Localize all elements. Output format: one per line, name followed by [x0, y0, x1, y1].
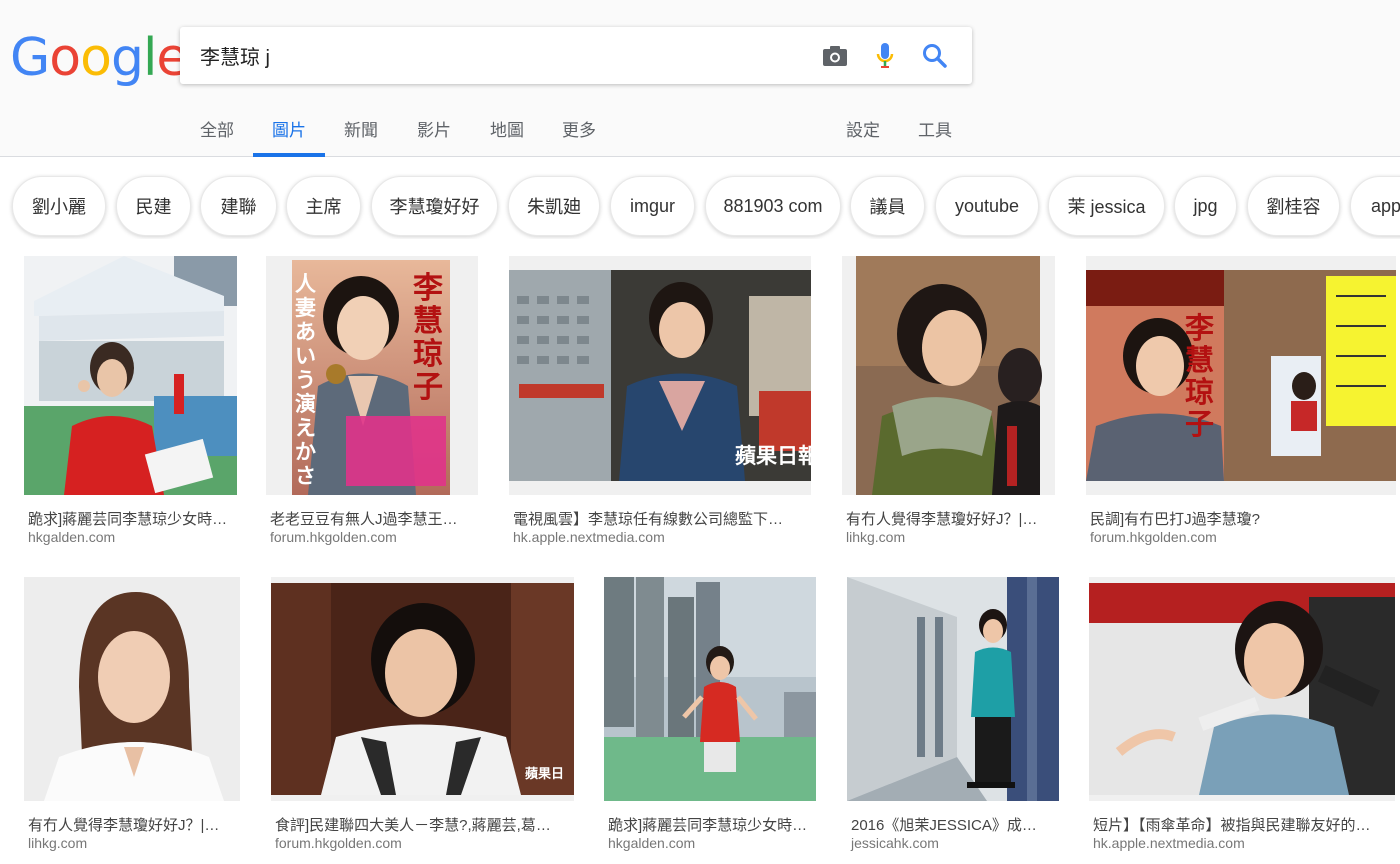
chip[interactable]: 劉小麗 [12, 176, 106, 236]
logo-letter: G [10, 28, 50, 88]
result-source: lihkg.com [846, 529, 906, 545]
image-result[interactable]: 短片】【雨傘革命】被指與民建聯友好的… hk.apple.nextmedia.c… [1089, 577, 1395, 864]
image-result[interactable]: 2016《旭茉JESSICA》成… jessicahk.com [847, 577, 1059, 864]
image-result[interactable]: 蘋果日報 電視風雲】李慧琼任有線數公司總監下… hk.apple.nextmed… [509, 256, 811, 556]
thumbnail-name: 李慧琼子 [413, 271, 443, 405]
result-source: hk.apple.nextmedia.com [1093, 835, 1245, 851]
thumbnail-name: 李慧琼子 [1185, 311, 1215, 441]
result-thumbnail[interactable]: 李慧琼子 [1086, 256, 1396, 495]
result-source: forum.hkgolden.com [275, 835, 402, 851]
result-title[interactable]: 有冇人覺得李慧瓊好好J？|… [28, 814, 239, 835]
chip[interactable]: app [1350, 176, 1400, 236]
result-title[interactable]: 短片】【雨傘革命】被指與民建聯友好的… [1093, 814, 1393, 835]
search-input[interactable] [200, 27, 800, 84]
chip[interactable]: 民建 [116, 176, 191, 236]
result-thumbnail[interactable]: 蘋果日 [271, 577, 574, 801]
tab-images[interactable]: 圖片 [253, 100, 325, 157]
thumbnail-caption: 人妻あいう演えかさ [295, 271, 316, 488]
result-source: hkgalden.com [608, 835, 696, 851]
result-source: forum.hkgolden.com [270, 529, 397, 545]
result-source: hk.apple.nextmedia.com [513, 529, 665, 545]
image-result[interactable]: 李慧琼子 民調]有冇巴打J過李慧瓊? forum.hkgolden.com [1086, 256, 1396, 556]
image-result[interactable]: 蘋果日 食評]民建聯四大美人－李慧?,蔣麗芸,葛… forum.hkgolden… [271, 577, 574, 864]
result-thumbnail[interactable] [24, 256, 237, 495]
result-thumbnail[interactable] [604, 577, 816, 801]
chip[interactable]: 議員 [850, 176, 925, 236]
tab-videos[interactable]: 影片 [407, 100, 461, 156]
result-thumbnail[interactable]: 人妻あいう演えかさ 李慧琼子 [266, 256, 478, 495]
result-thumbnail[interactable]: 蘋果日報 [509, 256, 811, 495]
thumbnail-watermark: 蘋果日 [525, 766, 565, 781]
chip[interactable]: youtube [935, 176, 1039, 236]
result-title[interactable]: 老老豆豆有無人J過李慧王… [270, 508, 481, 529]
camera-icon[interactable] [820, 41, 850, 71]
tab-news[interactable]: 新聞 [334, 100, 388, 156]
result-thumbnail[interactable] [24, 577, 240, 801]
image-result[interactable]: 跪求]蔣麗芸同李慧琼少女時… hkgalden.com [24, 256, 239, 556]
logo-letter: l [142, 28, 157, 88]
result-title[interactable]: 2016《旭茉JESSICA》成… [851, 814, 1059, 835]
chip[interactable]: 主席 [286, 176, 361, 236]
result-title[interactable]: 有冇人覺得李慧瓊好好J？|… [846, 508, 1057, 529]
result-title[interactable]: 跪求]蔣麗芸同李慧琼少女時… [608, 814, 816, 835]
image-result[interactable]: 跪求]蔣麗芸同李慧琼少女時… hkgalden.com [604, 577, 816, 864]
thumbnail-watermark: 蘋果日報 [735, 445, 811, 468]
tab-all[interactable]: 全部 [190, 100, 244, 156]
chip[interactable]: 茉 jessica [1048, 176, 1165, 236]
result-title[interactable]: 電視風雲】李慧琼任有線數公司總監下… [513, 508, 809, 529]
result-thumbnail[interactable] [842, 256, 1055, 495]
result-source: jessicahk.com [851, 835, 939, 851]
google-logo[interactable]: Google [10, 28, 188, 88]
chip[interactable]: 881903 com [705, 176, 841, 236]
logo-letter: o [80, 28, 112, 88]
chip[interactable]: 建聯 [200, 176, 277, 236]
chip[interactable]: jpg [1174, 176, 1237, 236]
logo-letter: o [49, 28, 81, 88]
microphone-icon[interactable] [870, 41, 900, 71]
search-tabs: 全部 圖片 新聞 影片 地圖 更多 設定 工具 [0, 100, 1400, 157]
search-icon[interactable] [920, 41, 950, 71]
result-thumbnail[interactable] [847, 577, 1059, 801]
image-result[interactable]: 人妻あいう演えかさ 李慧琼子 老老豆豆有無人J過李慧王… forum.hkgol… [266, 256, 481, 556]
chip[interactable]: 李慧瓊好好 [371, 176, 498, 236]
result-thumbnail[interactable] [1089, 577, 1395, 801]
image-result[interactable]: 有冇人覺得李慧瓊好好J？|… lihkg.com [24, 577, 240, 864]
result-title[interactable]: 民調]有冇巴打J過李慧瓊? [1090, 508, 1390, 529]
chip[interactable]: 劉桂容 [1247, 176, 1340, 236]
result-source: forum.hkgolden.com [1090, 529, 1217, 545]
tab-maps[interactable]: 地圖 [480, 100, 534, 156]
related-search-chips: 劉小麗 民建 建聯 主席 李慧瓊好好 朱凱廸 imgur 881903 com … [0, 173, 1400, 239]
search-header: Google 全部 圖片 新聞 影片 地圖 更多 設定 工具 [0, 0, 1400, 157]
tab-tools[interactable]: 工具 [908, 100, 962, 156]
result-source: lihkg.com [28, 835, 88, 851]
chip[interactable]: imgur [610, 176, 695, 236]
search-box [180, 27, 972, 84]
tab-more[interactable]: 更多 [552, 100, 606, 156]
tab-settings[interactable]: 設定 [836, 100, 890, 156]
chip[interactable]: 朱凱廸 [508, 176, 600, 236]
result-title[interactable]: 跪求]蔣麗芸同李慧琼少女時… [28, 508, 239, 529]
result-title[interactable]: 食評]民建聯四大美人－李慧?,蔣麗芸,葛… [275, 814, 575, 835]
result-source: hkgalden.com [28, 529, 116, 545]
image-result[interactable]: 有冇人覺得李慧瓊好好J？|… lihkg.com [842, 256, 1057, 556]
logo-letter: g [110, 28, 144, 88]
